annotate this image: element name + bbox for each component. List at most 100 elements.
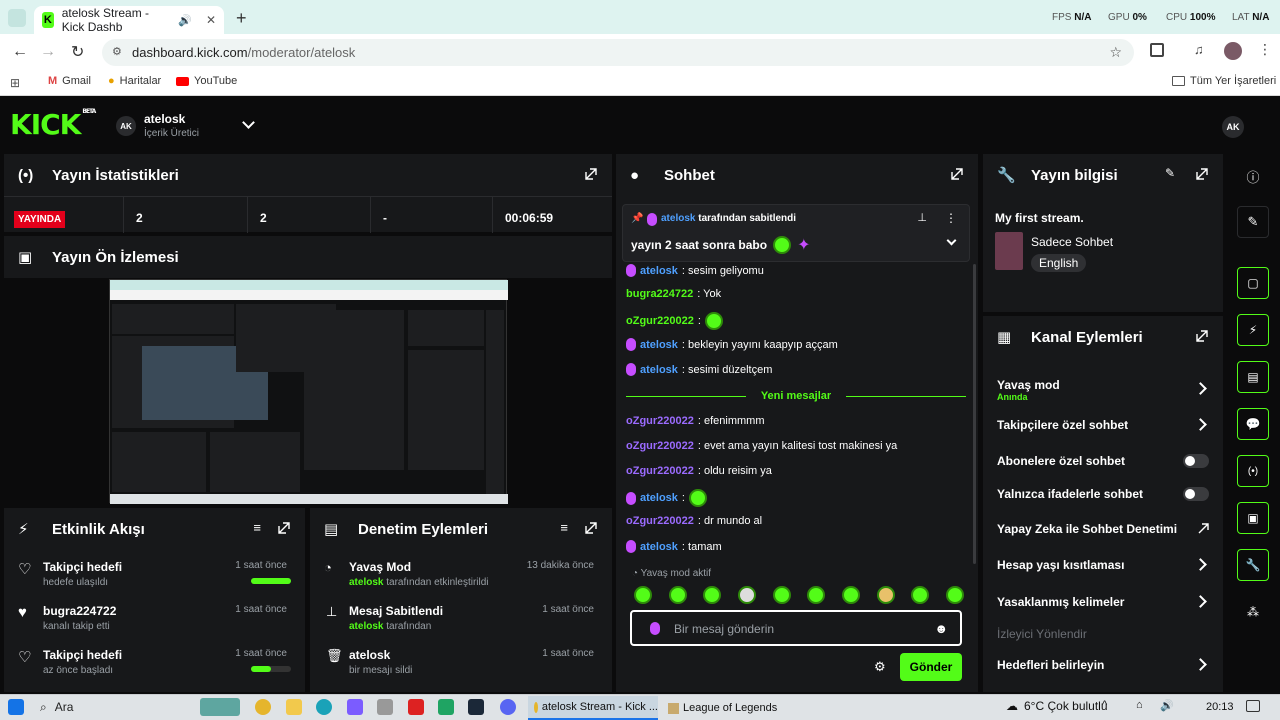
action-account-age[interactable]: Hesap yaşı kısıtlaması xyxy=(997,558,1211,588)
moderator-badge-icon xyxy=(650,622,660,635)
filter-icon[interactable]: ≡ xyxy=(253,520,261,535)
popout-icon[interactable] xyxy=(1195,329,1209,343)
chat-message: atelosk: xyxy=(626,489,707,507)
emotes-only-toggle[interactable] xyxy=(1183,487,1209,501)
extensions-icon[interactable] xyxy=(1150,43,1164,57)
site-info-icon[interactable]: ⚙ xyxy=(112,45,122,58)
user-menu-avatar[interactable]: AK xyxy=(1222,116,1244,138)
popout-icon[interactable] xyxy=(1195,167,1209,181)
action-banned-words[interactable]: Yasaklanmış kelimeler xyxy=(997,595,1211,625)
apps-icon[interactable]: ⊞ xyxy=(10,76,20,90)
emote-icon[interactable] xyxy=(737,586,756,604)
stream-preview-video[interactable] xyxy=(109,279,508,504)
unpin-icon[interactable]: ⊥ xyxy=(917,211,927,224)
modlog-title: Denetim Eylemleri xyxy=(358,520,489,538)
taskbar-app-league[interactable]: League of Legends xyxy=(662,696,790,720)
new-tab-button[interactable]: + xyxy=(236,8,247,29)
app-icon[interactable] xyxy=(347,699,363,715)
fps-stat: FPS N/A xyxy=(1052,12,1092,23)
chevron-down-icon[interactable] xyxy=(946,235,957,246)
store-icon[interactable] xyxy=(377,699,393,715)
subs-only-toggle[interactable] xyxy=(1183,454,1209,468)
share-icon[interactable]: ⁂ xyxy=(1237,596,1269,628)
lat-stat: LAT N/A xyxy=(1232,12,1270,23)
bookmark-maps[interactable]: ● Haritalar xyxy=(108,75,161,87)
send-button[interactable]: Gönder xyxy=(900,653,962,681)
app-icon[interactable] xyxy=(438,699,454,715)
folder-icon xyxy=(1172,76,1185,86)
bookmark-youtube[interactable]: YouTube xyxy=(176,75,237,87)
emote-icon[interactable] xyxy=(841,586,860,604)
popout-icon[interactable] xyxy=(584,521,598,535)
popout-icon[interactable] xyxy=(950,167,964,181)
action-set-goals[interactable]: Hedefleri belirleyin xyxy=(997,658,1211,688)
steam-icon[interactable] xyxy=(468,699,484,715)
emote-icon[interactable] xyxy=(772,586,791,604)
pinned-message[interactable]: 📌 atelosk tarafından sabitlendi ⊥ ⋮ yayı… xyxy=(622,204,970,262)
action-subs-only: Abonelere özel sohbet xyxy=(997,454,1211,484)
heart-outline-icon: ♡ xyxy=(18,649,32,666)
menu-icon[interactable]: ⋮ xyxy=(1258,41,1272,58)
emote-icon[interactable] xyxy=(668,586,687,604)
weather-widget[interactable]: ☁ 6°C Çok bulutlu xyxy=(1006,699,1108,713)
channel-switch-chevron-icon[interactable] xyxy=(242,116,255,129)
emote-icon[interactable] xyxy=(911,586,930,604)
emote-icon[interactable] xyxy=(945,586,964,604)
bookmark-star-icon[interactable]: ☆ xyxy=(1109,44,1122,61)
media-icon[interactable]: ♫ xyxy=(1194,42,1204,57)
file-explorer-icon[interactable] xyxy=(286,699,302,715)
chat-bubble-icon[interactable]: 💬 xyxy=(1237,408,1269,440)
action-followers-only[interactable]: Takipçilere özel sohbet xyxy=(997,418,1211,448)
pinned-menu-icon[interactable]: ⋮ xyxy=(945,211,957,225)
network-icon[interactable]: ⌂ xyxy=(1136,699,1143,711)
lightning-icon[interactable]: ⚡ xyxy=(1237,314,1269,346)
chat-settings-gear-icon[interactable]: ⚙ xyxy=(874,659,886,675)
chrome-icon[interactable] xyxy=(255,699,271,715)
emote-icon[interactable] xyxy=(634,586,652,604)
action-slow-mode[interactable]: Yavaş mod Anında xyxy=(997,378,1211,408)
all-bookmarks[interactable]: Tüm Yer İşaretleri xyxy=(1172,75,1276,87)
emote-icon[interactable] xyxy=(876,586,895,604)
emote-icon[interactable] xyxy=(807,586,826,604)
tab-close-icon[interactable]: ✕ xyxy=(206,13,216,27)
video-icon[interactable]: ▣ xyxy=(1237,502,1269,534)
pencil-icon[interactable]: ✎ xyxy=(1237,206,1269,238)
edit-pencil-icon[interactable]: ✎ xyxy=(1165,166,1175,180)
discord-icon[interactable] xyxy=(500,699,516,715)
bookmark-gmail[interactable]: M Gmail xyxy=(48,75,91,87)
league-launcher-icon[interactable] xyxy=(408,699,424,715)
emote-icon[interactable] xyxy=(703,586,722,604)
filter-icon[interactable]: ≡ xyxy=(560,520,568,535)
tab-search-button[interactable] xyxy=(8,9,26,27)
volume-icon[interactable]: 🔊 xyxy=(1160,699,1174,712)
chat-input[interactable]: Bir mesaj gönderin ☻ xyxy=(630,610,962,646)
emoji-picker-icon[interactable]: ☻ xyxy=(934,621,948,636)
profile-avatar[interactable] xyxy=(1224,42,1242,60)
camera-scan-icon[interactable]: ▢ xyxy=(1237,267,1269,299)
document-icon[interactable]: ▤ xyxy=(1237,361,1269,393)
forward-icon[interactable]: → xyxy=(40,43,56,61)
popout-icon[interactable] xyxy=(584,167,598,181)
taskbar-app-chrome[interactable]: atelosk Stream - Kick ... xyxy=(528,696,658,720)
broadcast-icon[interactable]: (•) xyxy=(1237,455,1269,487)
kick-logo[interactable]: KICK BETA xyxy=(10,108,96,141)
clock[interactable]: 20:13 xyxy=(1206,701,1234,713)
channel-avatar[interactable]: AK xyxy=(116,116,136,136)
category-thumbnail xyxy=(995,232,1023,270)
windows-start-icon[interactable] xyxy=(8,699,24,715)
live-badge: YAYINDA xyxy=(14,211,66,228)
chat-scrollbar[interactable] xyxy=(973,264,976,564)
tray-chevron-icon[interactable]: ^ xyxy=(1102,699,1107,711)
goal-progress-bar xyxy=(251,578,291,584)
url-field[interactable]: ⚙ dashboard.kick.com/moderator/atelosk ☆ xyxy=(102,39,1134,66)
chat-bubble-icon: ● xyxy=(630,166,640,184)
back-icon[interactable]: ← xyxy=(12,43,28,61)
wrench-icon[interactable]: 🔧 xyxy=(1237,549,1269,581)
browser-tab[interactable]: K atelosk Stream - Kick Dashb 🔊 ✕ xyxy=(34,6,224,34)
info-icon[interactable]: ⓘ xyxy=(1237,160,1269,192)
popout-icon[interactable] xyxy=(277,521,291,535)
action-ai-moderation[interactable]: Yapay Zeka ile Sohbet Denetimi xyxy=(997,522,1211,552)
reload-icon[interactable]: ↻ xyxy=(71,42,84,62)
notification-icon[interactable] xyxy=(1246,700,1260,712)
edge-icon[interactable] xyxy=(316,699,332,715)
